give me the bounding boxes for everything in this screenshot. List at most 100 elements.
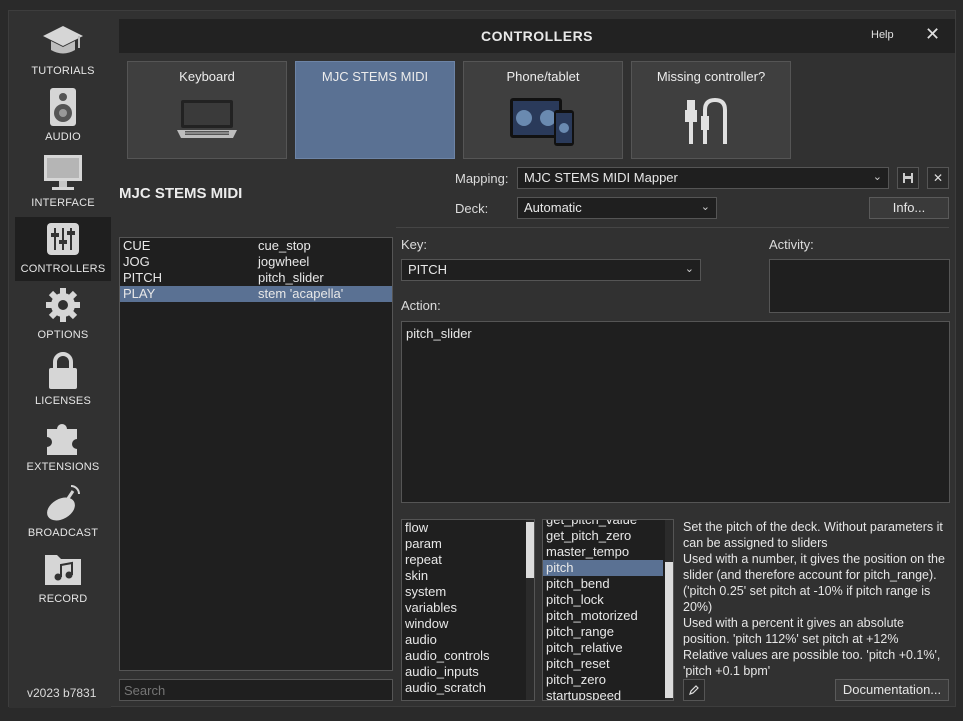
help-link[interactable]: Help — [871, 29, 894, 41]
background-app-left — [0, 10, 8, 721]
list-item[interactable]: pitch_range — [543, 624, 673, 640]
music-folder-icon — [41, 549, 85, 589]
sidebar-item-tutorials[interactable]: TUTORIALS — [15, 19, 111, 83]
sidebar-item-label: EXTENSIONS — [26, 461, 100, 473]
gear-icon — [41, 285, 85, 325]
close-icon[interactable]: ✕ — [925, 24, 940, 45]
sidebar-item-label: LICENSES — [34, 395, 91, 407]
sidebar-item-label: CONTROLLERS — [20, 263, 106, 275]
list-item[interactable]: master_tempo — [543, 544, 673, 560]
tab-mjc-stems-midi[interactable]: MJC STEMS MIDI — [295, 61, 455, 159]
sidebar: TUTORIALS AUDIO INTERFACE CONTROLLERS OP… — [9, 11, 111, 708]
list-item[interactable]: system — [402, 584, 534, 600]
sidebar-item-extensions[interactable]: EXTENSIONS — [15, 415, 111, 479]
list-item[interactable]: pitch_lock — [543, 592, 673, 608]
sidebar-item-licenses[interactable]: LICENSES — [15, 349, 111, 413]
sidebar-item-controllers[interactable]: CONTROLLERS — [15, 217, 111, 281]
sidebar-item-label: RECORD — [38, 593, 88, 605]
key-select[interactable]: PITCH ⌄ — [401, 259, 701, 281]
list-item[interactable]: pitch_bend — [543, 576, 673, 592]
verb-scrollbar[interactable] — [665, 520, 673, 700]
key-value: PITCH — [408, 262, 447, 277]
chevron-down-icon: ⌄ — [700, 201, 710, 213]
sliders-icon — [41, 219, 85, 259]
list-item[interactable]: repeat — [402, 552, 534, 568]
sidebar-item-label: BROADCAST — [27, 527, 99, 539]
settings-window: TUTORIALS AUDIO INTERFACE CONTROLLERS OP… — [8, 10, 956, 708]
list-item[interactable]: pitch_relative — [543, 640, 673, 656]
list-item[interactable]: skin — [402, 568, 534, 584]
documentation-button[interactable]: Documentation... — [835, 679, 949, 701]
chevron-down-icon: ⌄ — [684, 263, 694, 275]
sidebar-item-record[interactable]: RECORD — [15, 547, 111, 611]
monitor-icon — [41, 153, 85, 193]
delete-mapping-button[interactable]: ✕ — [927, 167, 949, 189]
description-line: Used with a percent it gives an absolute… — [683, 616, 904, 646]
info-button[interactable]: Info... — [869, 197, 949, 219]
list-item[interactable]: audio_scratch — [402, 680, 534, 696]
tab-label: Keyboard — [179, 69, 235, 84]
satellite-dish-icon — [41, 483, 85, 523]
scroll-thumb[interactable] — [665, 562, 673, 698]
mapping-action: stem 'acapella' — [258, 286, 344, 301]
mapping-row[interactable]: CUE cue_stop — [120, 238, 392, 254]
search-input[interactable] — [119, 679, 393, 701]
device-title: MJC STEMS MIDI — [119, 185, 243, 202]
category-scrollbar[interactable] — [526, 520, 534, 700]
category-list[interactable]: flow param repeat skin system variables … — [401, 519, 535, 701]
description-line: Used with a number, it gives the positio… — [683, 552, 945, 614]
deck-value: Automatic — [524, 200, 582, 215]
list-item[interactable]: pitch_reset — [543, 656, 673, 672]
mapping-row[interactable]: PITCH pitch_slider — [120, 270, 392, 286]
version-label: v2023 b7831 — [27, 686, 97, 700]
list-item-selected[interactable]: pitch — [543, 560, 663, 576]
save-icon — [903, 173, 913, 183]
list-item[interactable]: audio_inputs — [402, 664, 534, 680]
mapping-key: JOG — [123, 254, 150, 269]
mapping-value: MJC STEMS MIDI Mapper — [524, 170, 678, 185]
mapping-row-selected[interactable]: PLAY stem 'acapella' — [120, 286, 392, 302]
mapping-action: cue_stop — [258, 238, 311, 253]
mapping-select[interactable]: MJC STEMS MIDI Mapper ⌄ — [517, 167, 889, 189]
sidebar-item-options[interactable]: OPTIONS — [15, 283, 111, 347]
tab-missing-controller[interactable]: Missing controller? — [631, 61, 791, 159]
list-item[interactable]: variables — [402, 600, 534, 616]
background-app-bottom — [0, 707, 963, 721]
sidebar-item-label: AUDIO — [45, 131, 81, 143]
list-item[interactable]: param — [402, 536, 534, 552]
list-item[interactable]: startupspeed — [543, 688, 673, 700]
deck-select[interactable]: Automatic ⌄ — [517, 197, 717, 219]
verb-description: Set the pitch of the deck. Without param… — [683, 519, 953, 679]
list-item[interactable]: get_pitch_zero — [543, 528, 673, 544]
sidebar-item-audio[interactable]: AUDIO — [15, 85, 111, 149]
mapping-label: Mapping: — [455, 171, 509, 186]
tab-label: Phone/tablet — [506, 69, 580, 84]
action-editor[interactable]: pitch_slider — [401, 321, 950, 503]
scroll-thumb[interactable] — [526, 522, 534, 578]
edit-button[interactable] — [683, 679, 705, 701]
list-item[interactable]: window — [402, 616, 534, 632]
list-item[interactable]: audio — [402, 632, 534, 648]
save-mapping-button[interactable] — [897, 167, 919, 189]
sidebar-item-interface[interactable]: INTERFACE — [15, 151, 111, 215]
page-title: CONTROLLERS — [480, 28, 594, 44]
tab-phone-tablet[interactable]: Phone/tablet — [463, 61, 623, 159]
deck-label: Deck: — [455, 201, 489, 216]
sidebar-item-broadcast[interactable]: BROADCAST — [15, 481, 111, 545]
activity-label: Activity: — [769, 237, 814, 252]
list-item[interactable]: flow — [402, 520, 534, 536]
mapping-list[interactable]: CUE cue_stop JOG jogwheel PITCH pitch_sl… — [119, 237, 393, 671]
list-item[interactable]: get_pitch_value — [543, 520, 673, 528]
tab-label: Missing controller? — [656, 69, 766, 84]
tablet-phone-icon — [508, 96, 578, 151]
list-item[interactable]: pitch_zero — [543, 672, 673, 688]
key-label: Key: — [401, 237, 428, 252]
tab-keyboard[interactable]: Keyboard — [127, 61, 287, 159]
list-item[interactable]: pitch_motorized — [543, 608, 673, 624]
mapping-key: PLAY — [123, 286, 156, 301]
mapping-row[interactable]: JOG jogwheel — [120, 254, 392, 270]
list-item[interactable]: audio_controls — [402, 648, 534, 664]
activity-display — [769, 259, 950, 313]
mapping-action: pitch_slider — [258, 270, 324, 285]
verb-list[interactable]: get_pitch_value get_pitch_zero master_te… — [542, 519, 674, 701]
